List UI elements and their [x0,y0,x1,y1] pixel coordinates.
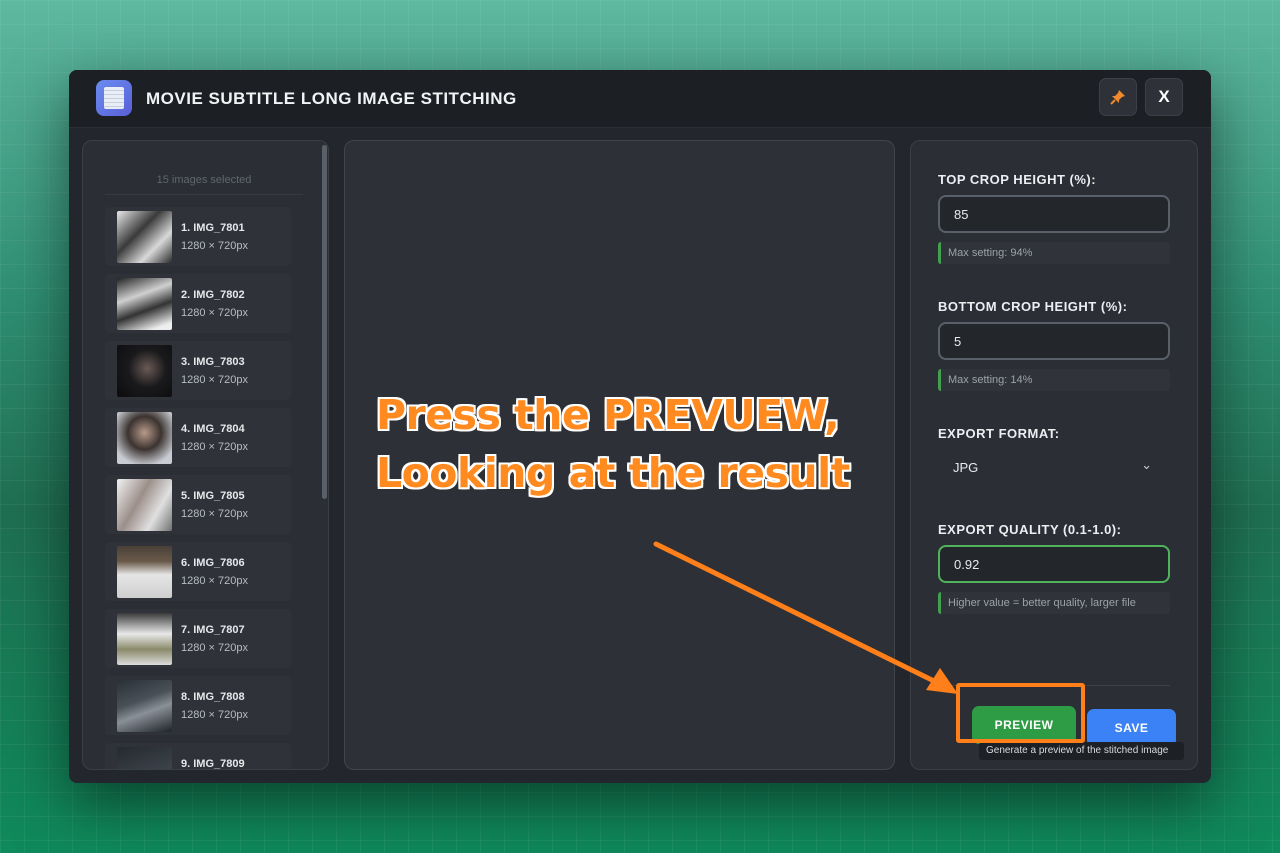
export-quality-hint: Higher value = better quality, larger fi… [938,592,1170,614]
export-quality-label: EXPORT QUALITY (0.1-1.0): [938,522,1122,537]
list-item[interactable]: 9. IMG_7809 [105,743,291,770]
bottom-crop-hint: Max setting: 14% [938,369,1170,391]
selection-count: 15 images selected [105,174,303,195]
top-crop-hint: Max setting: 94% [938,242,1170,264]
image-name: 8. IMG_7808 [181,691,245,703]
settings-panel: TOP CROP HEIGHT (%): 85 Max setting: 94%… [910,140,1198,770]
scrollbar[interactable] [322,145,327,499]
list-item[interactable]: 3. IMG_7803 1280 × 720px [105,341,291,400]
window-title: MOVIE SUBTITLE LONG IMAGE STITCHING [146,89,517,108]
image-name: 3. IMG_7803 [181,356,245,368]
image-size: 1280 × 720px [181,441,248,453]
image-name: 5. IMG_7805 [181,490,245,502]
preview-highlight-box [956,683,1085,743]
image-size: 1280 × 720px [181,307,248,319]
image-name: 7. IMG_7807 [181,624,245,636]
image-size: 1280 × 720px [181,642,248,654]
annotation-text: Press the PREVUEW, Looking at the result [376,386,896,502]
image-thumbnail [117,211,172,263]
list-item[interactable]: 6. IMG_7806 1280 × 720px [105,542,291,601]
image-list: 1. IMG_7801 1280 × 720px 2. IMG_7802 128… [105,207,291,770]
chevron-down-icon: ⌄ [1141,457,1152,472]
image-thumbnail [117,412,172,464]
image-thumbnail [117,546,172,598]
image-name: 1. IMG_7801 [181,222,245,234]
image-thumbnail [117,613,172,665]
image-thumbnail [117,747,172,769]
top-crop-label: TOP CROP HEIGHT (%): [938,172,1097,187]
image-size: 1280 × 720px [181,240,248,252]
image-thumbnail [117,345,172,397]
list-item[interactable]: 1. IMG_7801 1280 × 720px [105,207,291,266]
image-name: 2. IMG_7802 [181,289,245,301]
image-name: 9. IMG_7809 [181,758,245,770]
pin-icon [1110,90,1125,105]
image-size: 1280 × 720px [181,374,248,386]
app-document-icon [96,80,132,116]
annotation-line-1: Press the PREVUEW, [376,391,840,439]
list-item[interactable]: 4. IMG_7804 1280 × 720px [105,408,291,467]
image-list-panel: 15 images selected 1. IMG_7801 1280 × 72… [82,140,329,770]
annotation-line-2: Looking at the result [376,449,850,497]
image-name: 6. IMG_7806 [181,557,245,569]
export-format-value: JPG [953,460,979,475]
preview-tooltip: Generate a preview of the stitched image [979,742,1184,760]
top-crop-input[interactable]: 85 [938,195,1170,233]
image-thumbnail [117,278,172,330]
image-size: 1280 × 720px [181,575,248,587]
bottom-crop-input[interactable]: 5 [938,322,1170,360]
close-button[interactable]: X [1145,78,1183,116]
list-item[interactable]: 2. IMG_7802 1280 × 720px [105,274,291,333]
export-format-label: EXPORT FORMAT: [938,426,1060,441]
bottom-crop-label: BOTTOM CROP HEIGHT (%): [938,299,1128,314]
image-name: 4. IMG_7804 [181,423,245,435]
list-item[interactable]: 7. IMG_7807 1280 × 720px [105,609,291,668]
image-thumbnail [117,680,172,732]
title-bar: MOVIE SUBTITLE LONG IMAGE STITCHING X [69,70,1211,128]
image-size: 1280 × 720px [181,508,248,520]
export-quality-input[interactable]: 0.92 [938,545,1170,583]
export-format-select[interactable]: JPG ⌄ [938,451,1170,485]
image-size: 1280 × 720px [181,709,248,721]
pin-button[interactable] [1099,78,1137,116]
list-item[interactable]: 8. IMG_7808 1280 × 720px [105,676,291,735]
list-item[interactable]: 5. IMG_7805 1280 × 720px [105,475,291,534]
image-thumbnail [117,479,172,531]
